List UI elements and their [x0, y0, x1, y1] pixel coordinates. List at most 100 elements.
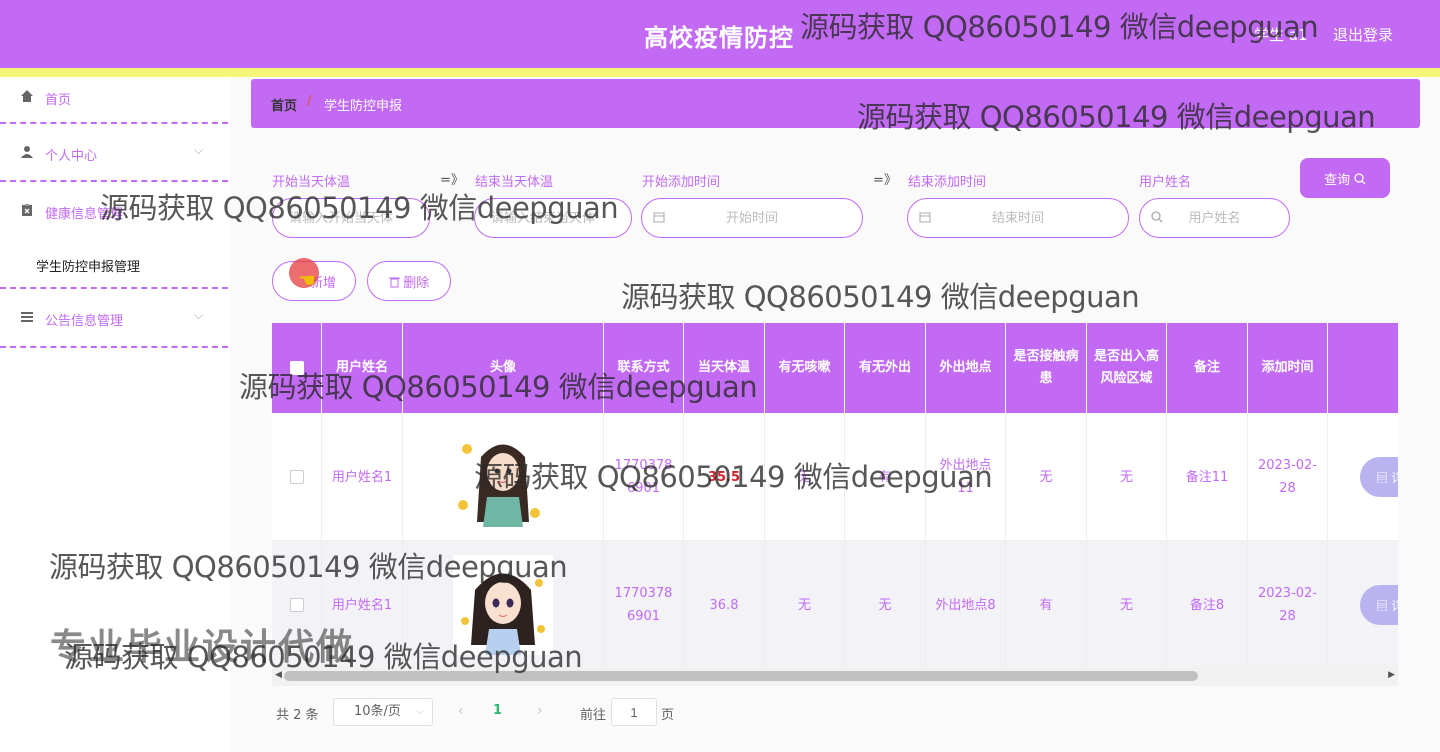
row-checkbox[interactable] — [289, 470, 304, 484]
sidebar-subitem-student-report[interactable]: 学生防控申报管理 — [36, 256, 140, 275]
cell-temperature: 36.8 — [684, 541, 765, 666]
column-header: 当天体温 — [684, 323, 765, 413]
list-icon — [20, 310, 36, 326]
column-header-actions — [1328, 323, 1398, 413]
page-number-current[interactable]: 1 — [493, 703, 502, 718]
sidebar-divider — [0, 287, 228, 289]
detail-button-label: 详情 — [1391, 470, 1398, 485]
user-icon — [20, 145, 36, 161]
temp-end-label: 结束当天体温 — [475, 175, 554, 190]
column-header: 是否出入高风险区域 — [1087, 323, 1167, 413]
sidebar-item-label: 首页 — [45, 93, 72, 108]
column-header: 外出地点 — [926, 323, 1006, 413]
goto-page-input[interactable] — [611, 698, 657, 726]
page-unit-label: 页 — [661, 708, 675, 723]
cell-went-out: 有 — [845, 413, 926, 541]
query-button-label: 查询 — [1324, 171, 1351, 187]
column-header: 联系方式 — [604, 323, 684, 413]
temp-start-input[interactable] — [272, 198, 430, 238]
clipboard-icon — [20, 203, 36, 219]
column-header: 是否接触病患 — [1006, 323, 1087, 413]
scroll-left-arrow-icon[interactable]: ◀ — [275, 670, 282, 680]
goto-label: 前往 — [580, 708, 607, 723]
sidebar-item-health[interactable]: 健康信息管理 — [0, 191, 228, 235]
column-header: 添加时间 — [1248, 323, 1328, 413]
column-header: 头像 — [403, 323, 604, 413]
sidebar-divider — [0, 346, 228, 348]
calendar-icon — [653, 211, 665, 226]
scroll-right-arrow-icon[interactable]: ▶ — [1388, 670, 1395, 680]
row-checkbox[interactable] — [289, 598, 304, 612]
avatar-image — [453, 555, 553, 655]
sidebar-item-notice[interactable]: 公告信息管理 ⌵ — [0, 298, 228, 342]
column-header: 有无咳嗽 — [765, 323, 845, 413]
cell-phone: 17703786901 — [604, 541, 684, 666]
table-header: 用户姓名 头像 联系方式 当天体温 有无咳嗽 有无外出 外出地点 是否接触病患 … — [272, 323, 1398, 413]
detail-icon: ▤ — [1376, 470, 1389, 485]
cell-risk-area: 无 — [1087, 541, 1167, 666]
cell-went-out: 无 — [845, 541, 926, 666]
cell-added-time: 2023-02-28 — [1248, 413, 1328, 541]
breadcrumb-separator: / — [307, 94, 312, 109]
sidebar-divider — [0, 122, 228, 124]
data-table: 用户姓名 头像 联系方式 当天体温 有无咳嗽 有无外出 外出地点 是否接触病患 … — [272, 323, 1398, 666]
time-end-label: 结束添加时间 — [908, 175, 987, 190]
range-arrow: =》 — [873, 173, 897, 188]
hand-pointer-icon: ☚ — [298, 268, 316, 292]
breadcrumb-current: 学生防控申报 — [324, 99, 403, 114]
cell-place: 外出地点8 — [926, 541, 1006, 666]
chevron-down-icon: ⌵ — [416, 706, 424, 717]
sidebar-item-home[interactable]: 首页 — [0, 77, 228, 121]
cell-added-time: 2023-02-28 — [1248, 541, 1328, 666]
column-header: 备注 — [1167, 323, 1248, 413]
avatar-image — [453, 427, 553, 527]
select-all-checkbox[interactable] — [289, 361, 304, 375]
prev-page-icon[interactable]: ‹ — [458, 703, 464, 719]
logout-link[interactable]: 退出登录 — [1333, 24, 1393, 45]
sidebar-item-label: 个人中心 — [45, 149, 98, 164]
time-end-input[interactable] — [907, 198, 1129, 238]
username-label: 用户姓名 — [1139, 175, 1192, 190]
temp-end-input[interactable] — [474, 198, 632, 238]
cell-note: 备注8 — [1167, 541, 1248, 666]
breadcrumb: 首页 / 学生防控申报 — [251, 79, 1420, 128]
query-button[interactable]: 查询 — [1300, 158, 1390, 198]
temp-start-label: 开始当天体温 — [272, 175, 351, 190]
scrollbar-thumb[interactable] — [284, 671, 1198, 681]
delete-button-label: 删除 — [403, 274, 430, 290]
detail-button-label: 详情 — [1391, 598, 1398, 613]
page-size-value: 10条/页 — [354, 704, 401, 719]
cell-note: 备注11 — [1167, 413, 1248, 541]
trash-icon — [388, 275, 404, 290]
cell-avatar — [403, 413, 604, 541]
cell-temperature: 35.5 — [684, 413, 765, 541]
sidebar-item-label: 健康信息管理 — [45, 207, 124, 222]
detail-button[interactable]: ▤ 详情 — [1360, 457, 1398, 497]
detail-button[interactable]: ▤ 详情 — [1360, 585, 1398, 625]
breadcrumb-home[interactable]: 首页 — [271, 95, 297, 114]
watermark: 源码获取 QQ86050149 微信deepguan — [621, 280, 1140, 314]
next-page-icon[interactable]: › — [537, 703, 543, 719]
page-size-select[interactable]: 10条/页 ⌵ — [333, 698, 433, 726]
cell-place: 外出地点11 — [926, 413, 1006, 541]
sidebar-item-personal[interactable]: 个人中心 ⌵ — [0, 133, 228, 177]
home-icon — [20, 89, 36, 105]
table-row: 用户姓名1 17703786901 35.5 无 有 外出地点11 无 无 备注… — [272, 413, 1398, 541]
search-icon — [1151, 211, 1163, 226]
search-icon — [1354, 172, 1366, 187]
sidebar-divider — [0, 180, 228, 182]
cell-phone: 17703786901 — [604, 413, 684, 541]
calendar-icon — [919, 211, 931, 226]
sidebar-item-label: 公告信息管理 — [45, 314, 124, 329]
header-accent-bar — [0, 68, 1440, 77]
delete-button[interactable]: 删除 — [367, 261, 451, 301]
row-select-cell — [272, 413, 322, 541]
column-header: 用户姓名 — [322, 323, 403, 413]
cell-avatar — [403, 541, 604, 666]
current-user: 学生 a1 — [1254, 26, 1308, 44]
column-header: 有无外出 — [845, 323, 926, 413]
cell-cough: 无 — [765, 541, 845, 666]
time-start-input[interactable] — [641, 198, 863, 238]
pagination-total: 共 2 条 — [276, 708, 319, 723]
horizontal-scrollbar[interactable]: ◀ ▶ — [272, 666, 1398, 686]
